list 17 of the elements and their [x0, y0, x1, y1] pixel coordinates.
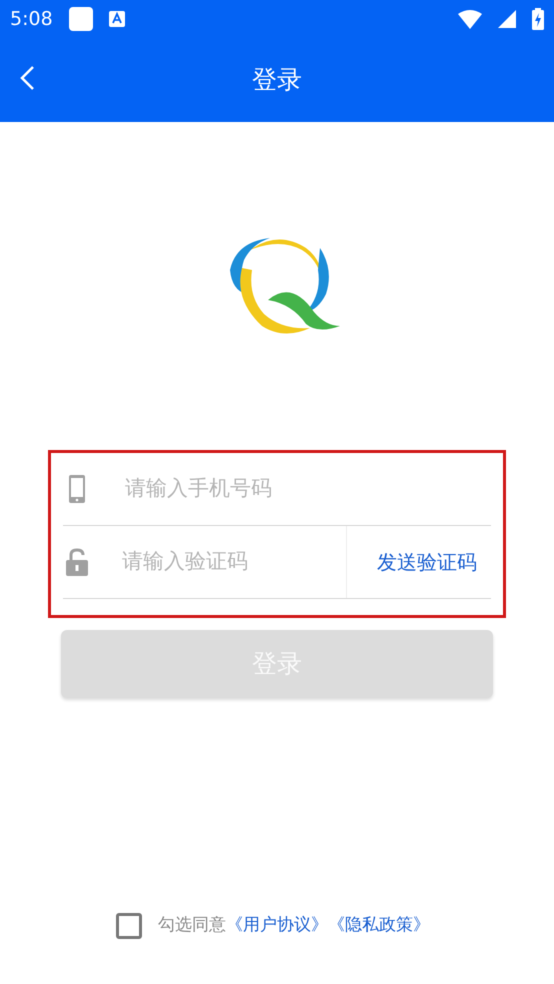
- phone-field[interactable]: 请输入手机号码: [125, 473, 491, 505]
- unlocked-padlock-icon: [66, 548, 88, 576]
- agreement-checkbox[interactable]: [116, 913, 142, 939]
- agreement-link[interactable]: 《隐私政策》: [328, 915, 430, 936]
- keyboard-icon: [108, 11, 125, 27]
- agreement-text: 勾选同意《用户协议》《隐私政策》: [158, 914, 430, 938]
- status-time: 5:08: [10, 6, 53, 32]
- verification-code-field[interactable]: 请输入验证码: [122, 546, 346, 578]
- agreement-link[interactable]: 《用户协议》: [226, 915, 328, 936]
- signal-icon: [498, 10, 516, 28]
- battery-icon: [532, 8, 544, 30]
- send-code-button[interactable]: 发送验证码: [346, 526, 491, 598]
- phone-icon: [69, 475, 85, 503]
- wifi-icon: [458, 9, 482, 29]
- page-title: 登录: [252, 64, 302, 96]
- notification-icon: [68, 7, 93, 31]
- back-icon: [18, 64, 36, 92]
